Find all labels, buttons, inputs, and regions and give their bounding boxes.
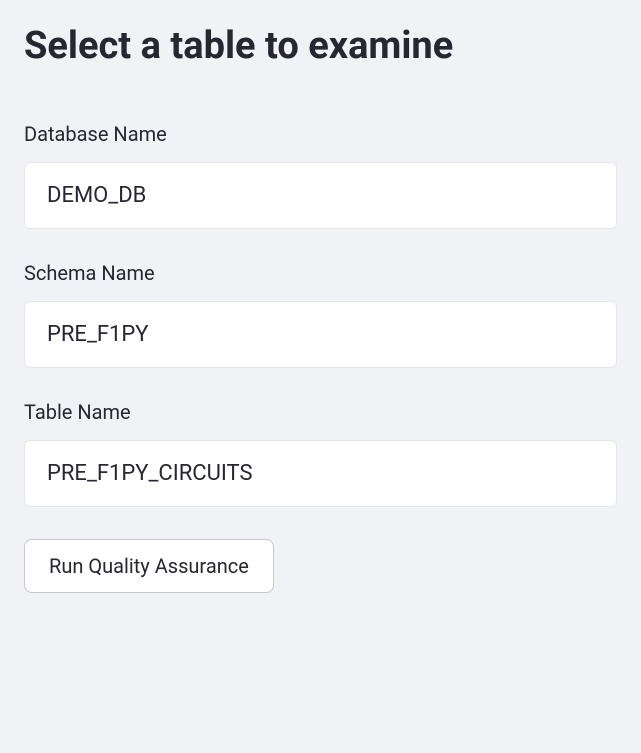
database-label: Database Name <box>24 122 617 146</box>
table-field-group: Table Name PRE_F1PY_CIRCUITS <box>24 400 617 507</box>
schema-select[interactable]: PRE_F1PY <box>24 301 617 368</box>
table-select[interactable]: PRE_F1PY_CIRCUITS <box>24 440 617 507</box>
schema-label: Schema Name <box>24 261 617 285</box>
database-field-group: Database Name DEMO_DB <box>24 122 617 229</box>
page-title: Select a table to examine <box>24 24 617 70</box>
run-quality-assurance-button[interactable]: Run Quality Assurance <box>24 539 274 593</box>
database-select[interactable]: DEMO_DB <box>24 162 617 229</box>
table-label: Table Name <box>24 400 617 424</box>
schema-field-group: Schema Name PRE_F1PY <box>24 261 617 368</box>
